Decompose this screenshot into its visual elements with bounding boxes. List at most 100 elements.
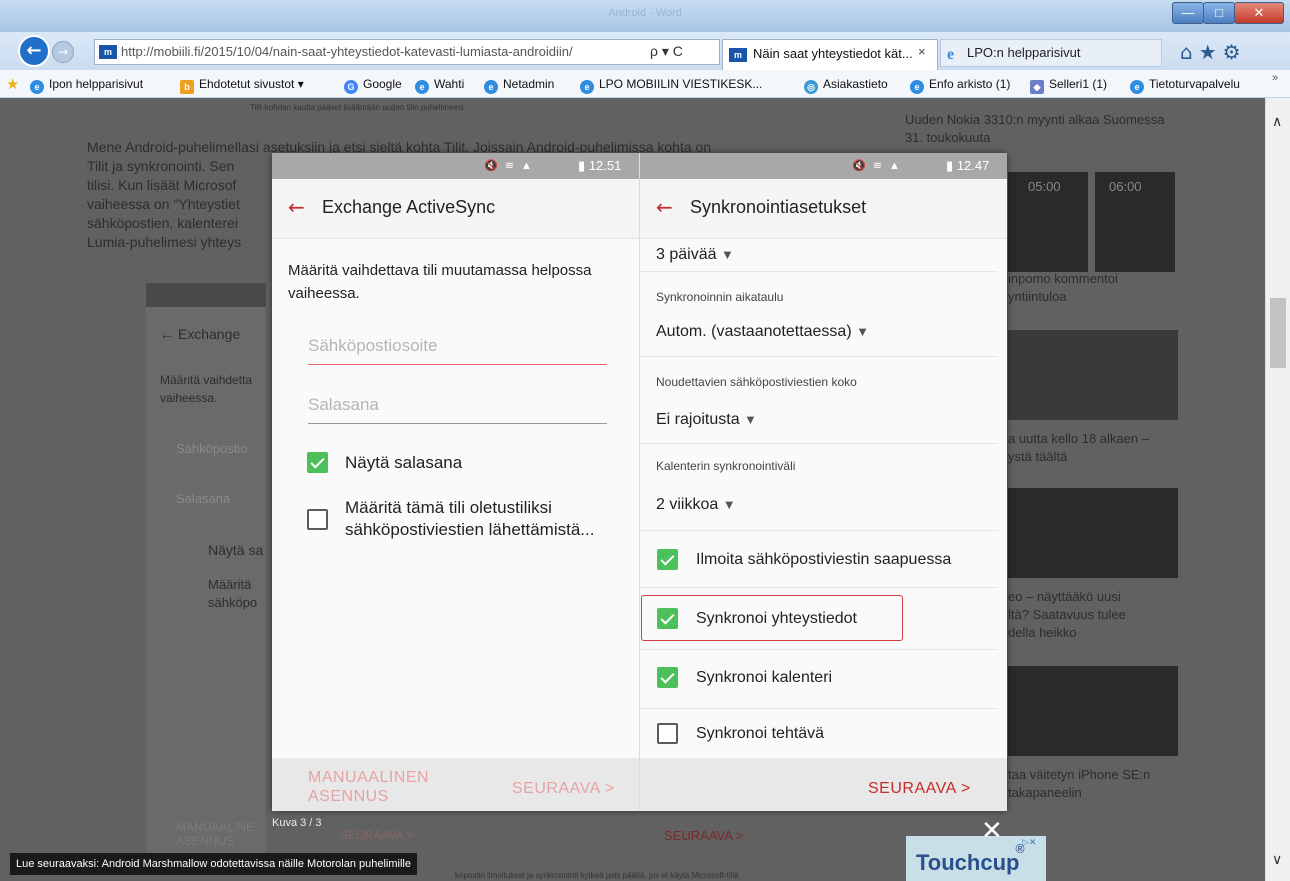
address-actions[interactable]: ρ ▾ C <box>650 39 720 65</box>
vertical-scrollbar[interactable]: ∧ ∨ <box>1265 98 1290 881</box>
title-bar: Android - Word — □ ✕ <box>0 0 1290 32</box>
default-account-label: Määritä tämä tili oletustiliksi <box>345 498 552 517</box>
bg-side-item: yntiintuloa <box>1008 289 1067 304</box>
favorite-item[interactable]: ◆ Selleri1 (1) <box>1030 77 1107 94</box>
sync-tasks-checkbox[interactable] <box>657 723 678 744</box>
bg-side-item: takapaneelin <box>1008 785 1082 800</box>
bg-manual: MANUAALINE ASENNUS <box>176 820 255 848</box>
bg-side-item: ltä? Saatavuus tulee <box>1008 607 1126 622</box>
status-time: ▮ 12.51 <box>578 158 622 173</box>
divider <box>640 271 998 272</box>
bg-side-item: della heikko <box>1008 625 1077 640</box>
divider <box>640 356 998 357</box>
favorite-item[interactable]: b Ehdotetut sivustot ▾ <box>180 77 304 94</box>
size-label: Noudettavien sähköpostiviestien koko <box>656 375 857 389</box>
next-button[interactable]: SEURAAVA > <box>512 779 615 798</box>
favorite-item[interactable]: e Enfo arkisto (1) <box>910 77 1010 94</box>
favorite-icon: ◆ <box>1030 80 1044 94</box>
bg-side-item: a uutta kello 18 alkaen – <box>1008 431 1149 446</box>
favorite-item[interactable]: e Netadmin <box>484 77 554 94</box>
back-arrow-icon[interactable]: ← <box>288 196 305 218</box>
bg-thumb-time: 06:00 <box>1109 179 1142 194</box>
status-tooltip: Lue seuraavaksi: Android Marshmallow odo… <box>10 853 417 875</box>
next-button[interactable]: SEURAAVA > <box>868 779 971 798</box>
scroll-down-icon[interactable]: ∨ <box>1272 852 1282 868</box>
email-input[interactable]: Sähköpostiosoite <box>308 336 437 356</box>
password-underline <box>308 423 607 424</box>
bg-thumbnail <box>1008 488 1178 578</box>
favorite-icon: e <box>30 80 44 94</box>
favorite-icon: G <box>344 80 358 94</box>
period-dropdown[interactable]: 3 päivää ▼ <box>656 246 734 264</box>
site-favicon-icon: m <box>99 45 117 59</box>
tab-active[interactable]: m Näin saat yhteystiedot kät... <box>722 39 938 70</box>
browser-window: Android - Word — □ ✕ ← → m http://mobiil… <box>0 0 1290 881</box>
show-password-checkbox[interactable] <box>307 452 328 473</box>
bg-side-item: 31. toukokuuta <box>905 130 991 145</box>
notify-checkbox[interactable] <box>657 549 678 570</box>
tab-close-icon[interactable]: × <box>918 44 926 59</box>
bg-card-default: sähköpo <box>208 595 258 610</box>
dropdown-arrow-icon: ▼ <box>744 412 757 427</box>
favorite-icon: e <box>1130 80 1144 94</box>
favorite-item[interactable]: e LPO MOBIILIN VIESTIKESK... <box>580 77 762 94</box>
bg-card-back: ← Exchange <box>160 326 241 342</box>
back-arrow-icon[interactable]: ← <box>656 196 673 218</box>
address-bar[interactable]: m http://mobiili.fi/2015/10/04/nain-saat… <box>94 39 720 65</box>
search-refresh-icons[interactable]: ρ ▾ C <box>650 43 683 59</box>
bg-card-header <box>146 283 266 307</box>
screen-title: Synkronointiasetukset <box>690 197 867 217</box>
bg-card-default: Määritä <box>208 577 252 592</box>
window-title: Android - Word <box>608 7 682 19</box>
favorite-icon: e <box>415 80 429 94</box>
default-account-checkbox[interactable] <box>307 509 328 530</box>
password-input[interactable]: Salasana <box>308 395 379 415</box>
bg-next: SEURAAVA > <box>340 828 414 842</box>
favorites-star-icon[interactable]: ★ <box>6 75 19 93</box>
image-counter: Kuva 3 / 3 <box>272 817 322 829</box>
bg-paragraph-line: Lumia-puhelimesi yhteys <box>87 234 242 250</box>
manual-setup-button[interactable]: MANUAALINEN ASENNUS <box>308 768 429 806</box>
phone-status-bar: 🔇 ≋ ▲ ▮ 12.47 <box>640 153 1007 179</box>
favorite-item[interactable]: G Google <box>344 77 402 94</box>
back-button[interactable]: ← <box>18 35 50 67</box>
favorite-icon: ◎ <box>804 80 818 94</box>
sync-tasks-label: Synkronoi tehtävä <box>696 725 825 742</box>
home-favorites-settings-icons[interactable]: ⌂★⚙ <box>1180 40 1247 64</box>
scrollbar-thumb[interactable] <box>1270 298 1286 368</box>
favorite-label: LPO MOBIILIN VIESTIKESK... <box>599 77 763 91</box>
sync-calendar-checkbox[interactable] <box>657 667 678 688</box>
status-icons: 🔇 ≋ ▲ <box>852 160 902 172</box>
manual-setup-label: ASENNUS <box>308 788 389 805</box>
bg-caption: Tilit-kohdan kautta pääset lisäämään uud… <box>250 103 464 112</box>
size-dropdown[interactable]: Ei rajoitusta ▼ <box>656 411 757 429</box>
ad-choices-icon[interactable]: ▷✕ <box>1022 838 1036 848</box>
bg-thumb-time: 05:00 <box>1028 179 1061 194</box>
favorite-item[interactable]: e Wahti <box>415 77 464 94</box>
bg-side-item: Uuden Nokia 3310:n myynti alkaa Suomessa <box>905 112 1165 127</box>
close-lightbox-icon[interactable]: ✕ <box>981 818 1003 844</box>
tab-lpo[interactable]: e LPO:n helpparisivut <box>940 39 1162 67</box>
sync-contacts-checkbox[interactable] <box>657 608 678 629</box>
favorite-item[interactable]: ◎ Asiakastieto <box>804 77 888 94</box>
forward-button[interactable]: → <box>52 41 74 63</box>
address-url: http://mobiili.fi/2015/10/04/nain-saat-y… <box>121 44 573 59</box>
maximize-button[interactable]: □ <box>1203 2 1235 24</box>
calendar-interval-dropdown[interactable]: 2 viikkoa ▼ <box>656 496 736 514</box>
minimize-button[interactable]: — <box>1172 2 1204 24</box>
schedule-dropdown[interactable]: Autom. (vastaanotettaessa) ▼ <box>656 323 869 341</box>
lightbox-image: 🔇 ≋ ▲ ▮ 12.51 ← Exchange ActiveSync Määr… <box>272 153 1007 811</box>
bg-bottom-caption: köpostin ilmoitukset ja synkronointi kyt… <box>455 871 739 880</box>
dropdown-arrow-icon: ▼ <box>856 324 869 339</box>
favorite-label: Ipon helpparisivut <box>49 77 144 91</box>
scroll-up-icon[interactable]: ∧ <box>1272 114 1282 130</box>
favorite-item[interactable]: e Tietoturvapalvelu <box>1130 77 1240 94</box>
phone-app-bar: ← Exchange ActiveSync <box>272 179 639 239</box>
favorite-item[interactable]: e Ipon helpparisivut <box>30 77 143 94</box>
status-icons: 🔇 ≋ ▲ <box>484 160 534 172</box>
close-window-button[interactable]: ✕ <box>1234 2 1284 24</box>
dropdown-arrow-icon: ▼ <box>720 247 734 262</box>
advertisement[interactable]: Touchcup ® ▷✕ <box>906 836 1046 881</box>
favorites-more-icon[interactable]: » <box>1272 72 1278 84</box>
bg-card-line: Määritä vaihdetta <box>160 373 253 387</box>
